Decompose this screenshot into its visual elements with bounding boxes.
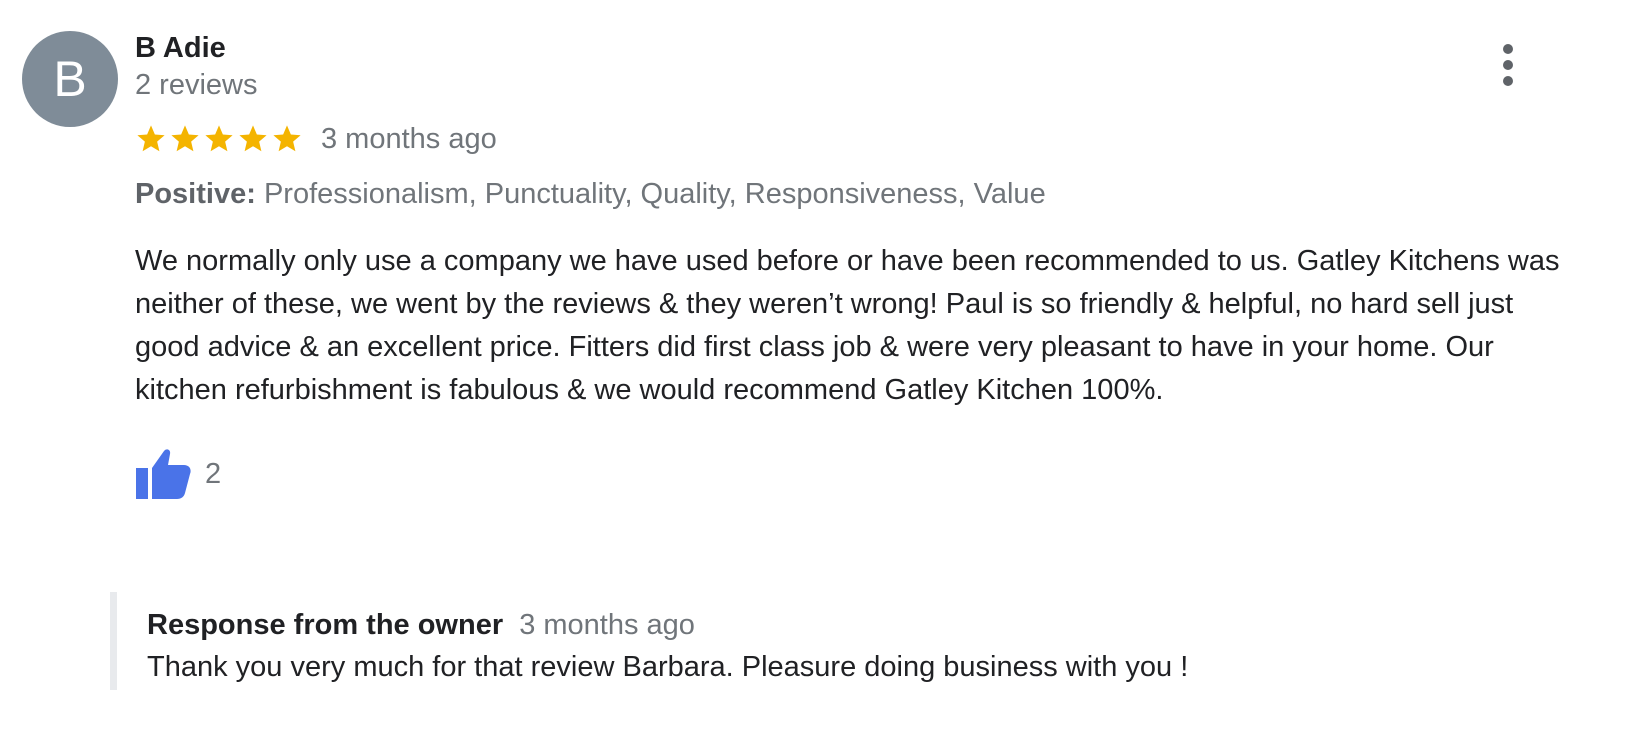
- thumbs-up-icon[interactable]: [135, 448, 191, 500]
- star-icon: [137, 125, 165, 152]
- review-text: We normally only use a company we have u…: [135, 245, 1560, 406]
- author-name[interactable]: B Adie: [135, 30, 1575, 66]
- highlights-text: Professionalism, Punctuality, Quality, R…: [263, 178, 1046, 210]
- owner-response-date: 3 months ago: [519, 609, 695, 641]
- owner-response-title: Response from the owner: [147, 609, 504, 641]
- review-content: B Adie 2 reviews 3 months ago Positive: …: [135, 30, 1575, 500]
- like-row: 2: [135, 448, 1575, 500]
- review-date: 3 months ago: [321, 122, 497, 155]
- like-count: 2: [205, 457, 222, 490]
- star-icon: [171, 125, 199, 152]
- owner-response-heading: Response from the owner 3 months ago: [147, 606, 1590, 644]
- owner-response-text: Thank you very much for that review Barb…: [147, 651, 1189, 683]
- star-icon: [273, 125, 301, 152]
- review-card: B B Adie 2 reviews 3 months ago Positive…: [0, 0, 1630, 742]
- review-highlights: Positive: Professionalism, Punctuality, …: [135, 174, 1575, 214]
- rating-row: 3 months ago: [135, 118, 1575, 160]
- star-icon: [239, 125, 267, 152]
- author-review-count: 2 reviews: [135, 69, 258, 101]
- star-icon: [205, 125, 233, 152]
- avatar[interactable]: B: [22, 31, 118, 127]
- highlights-label: Positive:: [135, 178, 256, 210]
- owner-response: Response from the owner 3 months ago Tha…: [110, 592, 1590, 690]
- star-rating: [135, 123, 303, 155]
